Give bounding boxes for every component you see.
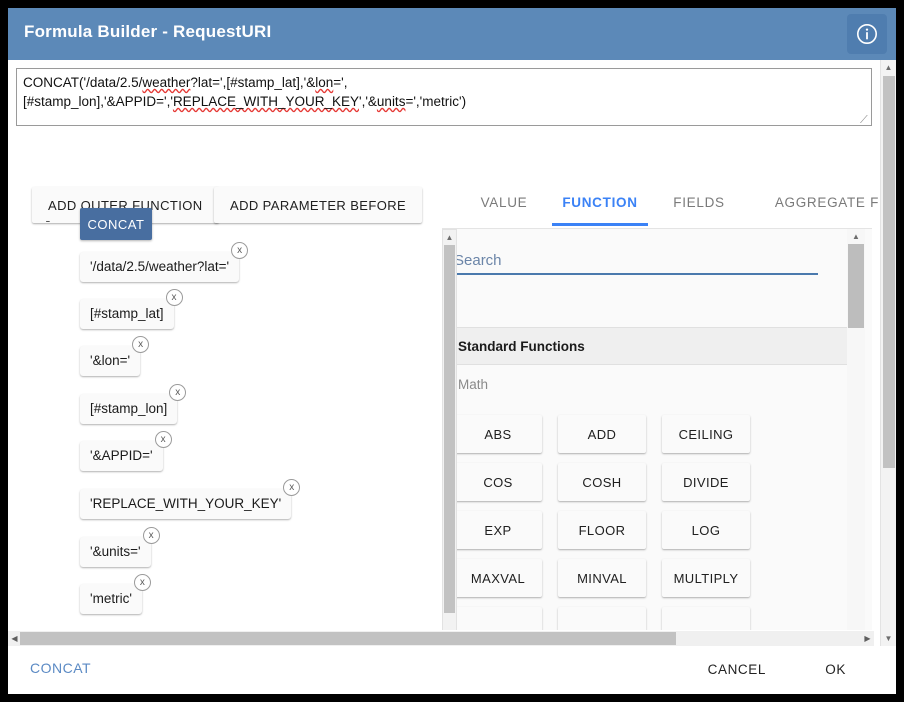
function-panel-left-scrollbar[interactable]: ▲ — [442, 229, 457, 630]
tree-collapse-toggle-icon[interactable]: - — [44, 218, 54, 228]
tree-parameter-row: [#stamp_lat]x — [80, 299, 174, 329]
formula-tree-panel: - CONCAT '/data/2.5/weather?lat='x [#stam… — [16, 204, 424, 630]
dialog-vertical-scrollbar[interactable]: ▲ ▼ — [880, 60, 896, 646]
dialog-title: Formula Builder - RequestURI — [24, 22, 271, 42]
tree-root-function-chip[interactable]: CONCAT — [80, 208, 152, 240]
tree-parameter-row: [#stamp_lon]x — [80, 394, 177, 424]
tab-label: VALUE — [481, 195, 528, 210]
tree-parameter-chip[interactable]: '/data/2.5/weather?lat='x — [80, 252, 239, 282]
tree-parameter-row: 'REPLACE_WITH_YOUR_KEY'x — [80, 489, 291, 519]
formula-misspelled-token: lon — [315, 75, 333, 90]
tree-parameter-chip[interactable]: [#stamp_lat]x — [80, 299, 174, 329]
function-list-scrollbar[interactable]: ▲ — [847, 229, 865, 630]
function-button-exp[interactable]: EXP — [454, 511, 542, 549]
scrollbar-thumb[interactable] — [444, 245, 455, 613]
function-button-clipped[interactable] — [558, 607, 646, 630]
scrollbar-thumb[interactable] — [20, 632, 676, 645]
formula-token: ','& — [359, 94, 377, 109]
scroll-down-arrow-icon[interactable]: ▼ — [881, 631, 896, 646]
tree-parameter-row: '&APPID='x — [80, 441, 163, 471]
footer-function-name[interactable]: CONCAT — [30, 660, 91, 676]
tree-parameter-row: 'metric'x — [80, 584, 142, 614]
cancel-button[interactable]: CANCEL — [700, 658, 774, 681]
formula-textarea[interactable]: CONCAT('/data/2.5/weather?lat=',[#stamp_… — [16, 68, 872, 126]
formula-textarea-wrapper: CONCAT('/data/2.5/weather?lat=',[#stamp_… — [16, 68, 872, 126]
remove-parameter-icon[interactable]: x — [166, 289, 183, 306]
active-tab-indicator — [552, 223, 648, 226]
tab-aggregate-fie[interactable]: AGGREGATE FIE — [764, 188, 896, 226]
info-icon[interactable] — [847, 14, 887, 54]
tab-fields[interactable]: FIELDS — [664, 188, 734, 226]
tree-parameter-chip[interactable]: '&APPID='x — [80, 441, 163, 471]
panel-tabs: VALUEFUNCTIONFIELDSAGGREGATE FIE — [442, 188, 872, 226]
remove-parameter-icon[interactable]: x — [143, 527, 160, 544]
tab-label: FIELDS — [673, 195, 724, 210]
function-button-abs[interactable]: ABS — [454, 415, 542, 453]
scrollbar-thumb[interactable] — [848, 244, 864, 328]
tree-parameter-row: '/data/2.5/weather?lat='x — [80, 252, 239, 282]
standard-functions-label: Standard Functions — [458, 339, 585, 354]
formula-misspelled-token: REPLACE_WITH_YOUR_KEY — [173, 94, 359, 109]
function-button-cos[interactable]: COS — [454, 463, 542, 501]
horizontal-scrollbar[interactable]: ◀ ▶ — [8, 631, 874, 646]
tree-parameter-row: '&units='x — [80, 537, 151, 567]
function-button-cosh[interactable]: COSH — [558, 463, 646, 501]
function-button-multiply[interactable]: MULTIPLY — [662, 559, 750, 597]
tab-value[interactable]: VALUE — [472, 188, 536, 226]
tree-parameter-chip[interactable]: '&lon='x — [80, 346, 140, 376]
standard-functions-header: Standard Functions — [442, 327, 854, 365]
remove-parameter-icon[interactable]: x — [155, 431, 172, 448]
scrollbar-thumb[interactable] — [883, 76, 895, 468]
scroll-up-arrow-icon[interactable]: ▲ — [847, 229, 865, 243]
formula-token: =','metric') — [405, 94, 466, 109]
search-input[interactable] — [452, 249, 818, 275]
function-button-log[interactable]: LOG — [662, 511, 750, 549]
formula-token: ?lat=',[#stamp_lat],'& — [190, 75, 315, 90]
scroll-up-arrow-icon[interactable]: ▲ — [443, 230, 456, 244]
tree-parameter-chip[interactable]: '&units='x — [80, 537, 151, 567]
formula-token: CONCAT('/data/2.5/ — [23, 75, 142, 90]
dialog-titlebar: Formula Builder - RequestURI — [8, 8, 896, 60]
scroll-up-arrow-icon[interactable]: ▲ — [881, 60, 896, 75]
remove-parameter-icon[interactable]: x — [283, 479, 300, 496]
function-button-minval[interactable]: MINVAL — [558, 559, 646, 597]
remove-parameter-icon[interactable]: x — [132, 336, 149, 353]
function-panel: Standard Functions Math ABS ADD CEILING COS… — [442, 228, 872, 630]
remove-parameter-icon[interactable]: x — [169, 384, 186, 401]
dialog-footer: CONCAT CANCEL OK — [8, 646, 896, 694]
formula-misspelled-token: weather — [142, 75, 190, 90]
formula-builder-dialog: Formula Builder - RequestURI CONCAT('/da… — [8, 8, 896, 694]
function-button-add[interactable]: ADD — [558, 415, 646, 453]
function-button-divide[interactable]: DIVIDE — [662, 463, 750, 501]
tree-parameter-chip[interactable]: 'REPLACE_WITH_YOUR_KEY'x — [80, 489, 291, 519]
tab-label: FUNCTION — [562, 195, 637, 210]
category-label-math: Math — [458, 377, 488, 392]
function-button-ceiling[interactable]: CEILING — [662, 415, 750, 453]
tree-parameter-row: '&lon='x — [80, 346, 140, 376]
formula-misspelled-token: units — [377, 94, 406, 109]
tab-label: AGGREGATE FIE — [775, 195, 893, 210]
function-button-maxval[interactable]: MAXVAL — [454, 559, 542, 597]
tree-parameter-chip[interactable]: 'metric'x — [80, 584, 142, 614]
function-button-clipped[interactable] — [454, 607, 542, 630]
remove-parameter-icon[interactable]: x — [134, 574, 151, 591]
remove-parameter-icon[interactable]: x — [231, 242, 248, 259]
scroll-right-arrow-icon[interactable]: ▶ — [861, 631, 874, 646]
tab-function[interactable]: FUNCTION — [552, 188, 648, 226]
tree-parameter-chip[interactable]: [#stamp_lon]x — [80, 394, 177, 424]
function-button-floor[interactable]: FLOOR — [558, 511, 646, 549]
search-field-wrapper — [452, 249, 818, 279]
ok-button[interactable]: OK — [817, 658, 854, 681]
function-button-clipped[interactable] — [662, 607, 750, 630]
